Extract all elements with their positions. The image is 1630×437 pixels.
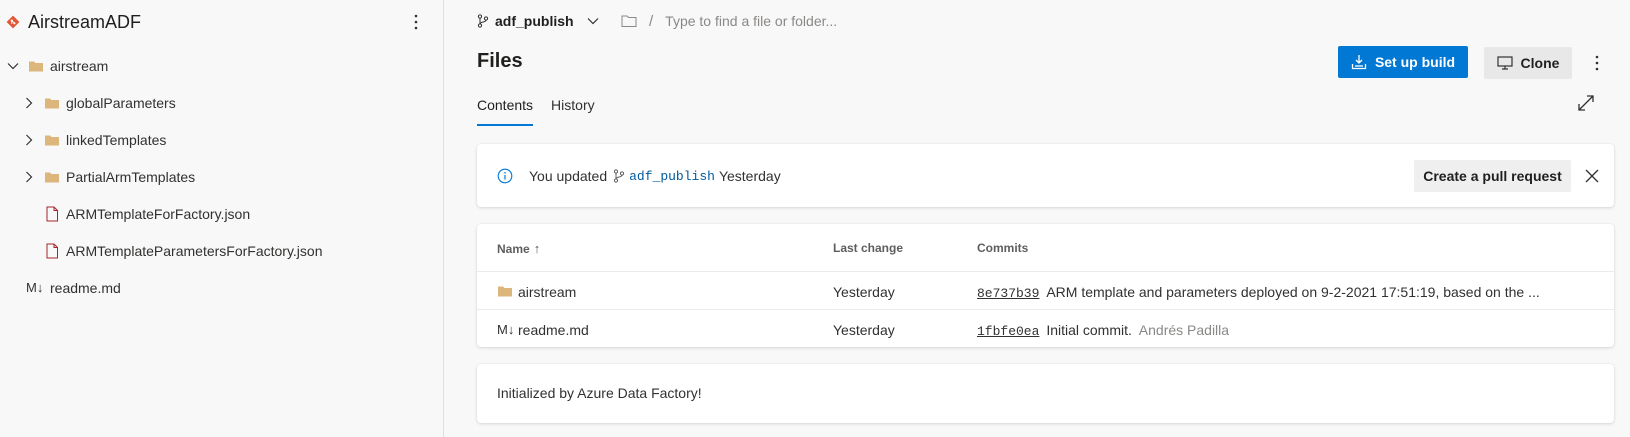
path-breadcrumb: / [621, 10, 966, 32]
toolbar: adf_publish / [445, 0, 1630, 40]
tree-item-partialarmtemplates[interactable]: PartialArmTemplates [0, 159, 444, 195]
more-vertical-icon [1595, 55, 1599, 71]
tree-item-globalparameters[interactable]: globalParameters [0, 85, 444, 121]
path-separator: / [649, 12, 654, 30]
row-last-change: Yesterday [833, 322, 895, 338]
tree-item-label: airstream [50, 58, 109, 74]
markdown-icon: M↓ [26, 280, 44, 295]
banner-prefix: You updated [529, 168, 608, 184]
tree-item-armtemplateparametersforfactory[interactable]: ARMTemplateParametersForFactory.json [0, 233, 444, 269]
commit-hash-link[interactable]: 8e737b39 [977, 286, 1039, 301]
monitor-icon [1496, 56, 1513, 70]
tree-item-label: ARMTemplateForFactory.json [66, 206, 251, 222]
sort-ascending-icon: ↑ [533, 241, 541, 256]
tree-item-label: ARMTemplateParametersForFactory.json [66, 243, 323, 259]
chevron-right-icon[interactable] [22, 170, 36, 184]
tree-item-label: linkedTemplates [66, 132, 167, 148]
file-icon [46, 243, 58, 259]
tab-bar: Contents History [477, 90, 595, 126]
commit-hash-link[interactable]: 1fbfe0ea [977, 324, 1039, 339]
folder-icon [45, 98, 59, 109]
more-vertical-icon [414, 14, 418, 30]
update-banner: You updated adf_publish Yesterday Create… [477, 144, 1614, 207]
page-more-options-button[interactable] [1585, 51, 1609, 75]
git-logo-icon [6, 15, 20, 29]
folder-icon [45, 172, 59, 183]
readme-text: Initialized by Azure Data Factory! [497, 385, 702, 401]
branch-icon [477, 14, 489, 28]
folder-icon [498, 286, 512, 297]
column-header-name-label: Name [497, 241, 530, 256]
banner-suffix: Yesterday [718, 168, 781, 184]
folder-outline-icon[interactable] [621, 14, 637, 28]
tree-item-airstream[interactable]: airstream [0, 48, 444, 84]
sidebar: AirstreamADF airstream globalParameters … [0, 0, 444, 437]
create-pull-request-button[interactable]: Create a pull request [1414, 160, 1571, 192]
file-search-input[interactable] [665, 13, 966, 29]
readme-preview: Initialized by Azure Data Factory! [477, 364, 1614, 423]
markdown-icon: M↓ [497, 322, 515, 337]
chevron-down-icon[interactable] [6, 59, 20, 73]
commit-message: ARM template and parameters deployed on … [1046, 284, 1540, 300]
tree-item-linkedtemplates[interactable]: linkedTemplates [0, 122, 444, 158]
clone-label: Clone [1520, 55, 1560, 71]
main-content: adf_publish / Files Set up build Clone C… [445, 0, 1630, 437]
table-row[interactable]: M↓ readme.md Yesterday 1fbfe0ea Initial … [477, 309, 1614, 347]
expand-icon[interactable] [1575, 92, 1597, 114]
tree-item-readme[interactable]: M↓ readme.md [0, 270, 444, 306]
row-name[interactable]: airstream [518, 284, 576, 300]
folder-icon [45, 135, 59, 146]
chevron-down-icon [587, 18, 598, 25]
banner-message: You updated adf_publish Yesterday [529, 168, 781, 184]
column-header-name[interactable]: Name ↑ [497, 241, 540, 256]
chevron-right-icon[interactable] [22, 96, 36, 110]
commit-author: Andrés Padilla [1138, 322, 1230, 338]
row-last-change: Yesterday [833, 284, 895, 300]
banner-branch-link[interactable]: adf_publish [629, 169, 715, 184]
tree-item-armtemplateforfactory[interactable]: ARMTemplateForFactory.json [0, 196, 444, 232]
set-up-build-button[interactable]: Set up build [1338, 46, 1468, 78]
tree-item-label: PartialArmTemplates [66, 169, 196, 185]
info-icon [497, 168, 513, 184]
commit-message: Initial commit. [1046, 322, 1132, 338]
tree-item-label: globalParameters [66, 95, 176, 111]
row-commit: 8e737b39 ARM template and parameters dep… [977, 284, 1540, 301]
set-up-build-label: Set up build [1374, 54, 1456, 70]
branch-icon [614, 169, 625, 183]
row-commit: 1fbfe0ea Initial commit. Andrés Padilla [977, 322, 1229, 339]
column-header-last-change: Last change [833, 241, 904, 255]
branch-picker[interactable]: adf_publish [477, 10, 600, 32]
chevron-right-icon[interactable] [22, 133, 36, 147]
row-name[interactable]: readme.md [518, 322, 589, 338]
tab-contents[interactable]: Contents [477, 90, 534, 126]
branch-name: adf_publish [495, 13, 574, 29]
repo-name[interactable]: AirstreamADF [28, 12, 141, 33]
close-icon[interactable] [1581, 165, 1603, 187]
column-header-commits: Commits [977, 241, 1029, 255]
build-icon [1351, 55, 1367, 70]
file-icon [46, 206, 58, 222]
repo-header: AirstreamADF [0, 0, 444, 44]
table-row[interactable]: airstream Yesterday 8e737b39 ARM templat… [477, 271, 1614, 309]
tab-history[interactable]: History [551, 90, 595, 126]
tree-item-label: readme.md [50, 280, 121, 296]
clone-button[interactable]: Clone [1484, 47, 1572, 79]
files-table: Name ↑ Last change Commits airstream Yes… [477, 224, 1614, 347]
repo-more-options-button[interactable] [404, 10, 428, 34]
folder-icon [29, 61, 43, 72]
page-title: Files [477, 50, 523, 72]
